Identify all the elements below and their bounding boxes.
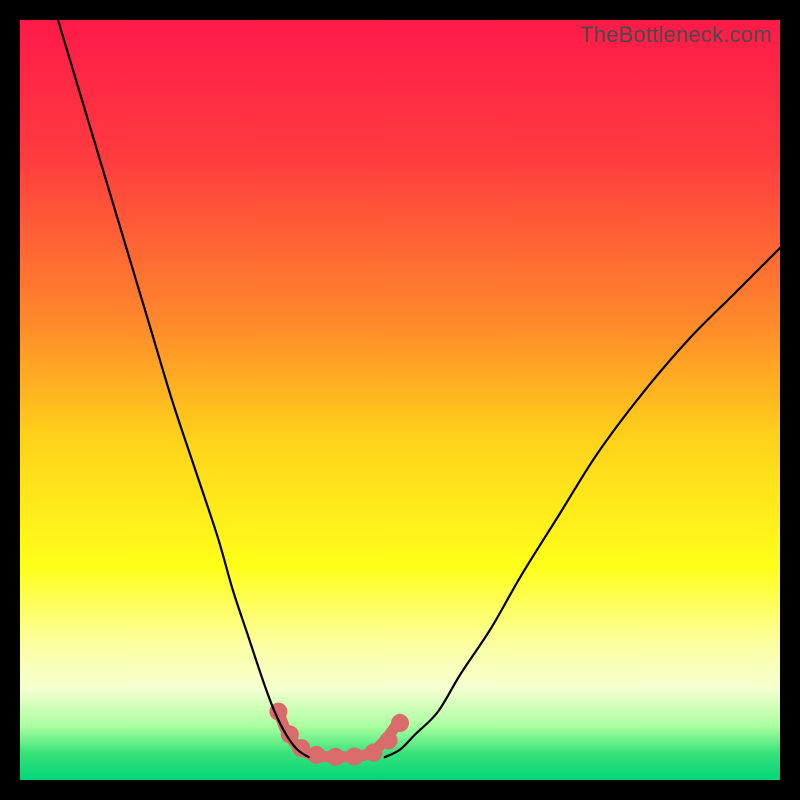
trough-point	[307, 746, 325, 764]
trough-point	[326, 748, 344, 766]
chart-background	[20, 20, 780, 780]
bottleneck-chart	[20, 20, 780, 780]
watermark-text: TheBottleneck.com	[580, 22, 772, 48]
chart-frame: TheBottleneck.com	[20, 20, 780, 780]
trough-point	[391, 714, 409, 732]
trough-point	[380, 731, 398, 749]
trough-point	[364, 744, 382, 762]
trough-point	[345, 747, 363, 765]
